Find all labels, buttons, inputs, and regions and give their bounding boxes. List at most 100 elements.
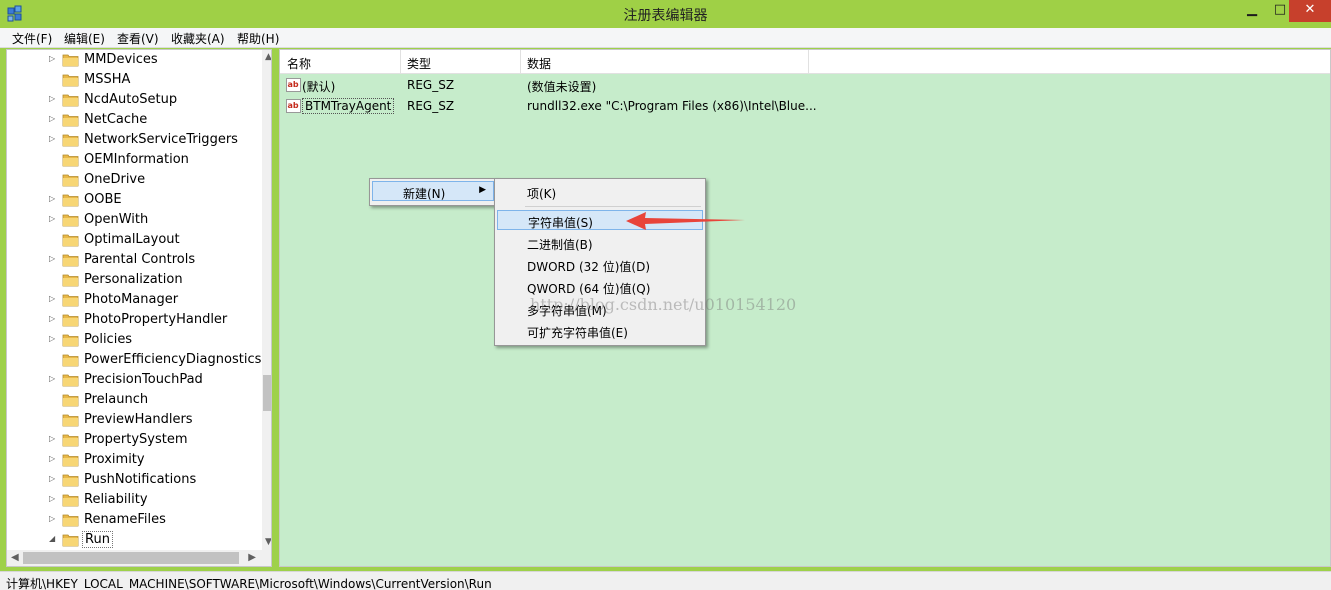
registry-tree[interactable]: ▷ MMDevices MSSHA ▷ NcdAutoSetup ▷ NetCache ▷ Ne… — [6, 49, 272, 567]
scroll-right-icon[interactable]: ▶ — [248, 552, 256, 563]
tree-item[interactable]: Personalization — [7, 270, 257, 290]
string-value-icon: ab — [286, 99, 301, 113]
column-divider[interactable] — [400, 50, 401, 74]
tree-item[interactable]: ▷ Policies — [7, 330, 257, 350]
tree-item[interactable]: ▷ Reliability — [7, 490, 257, 510]
expand-arrow-icon[interactable]: ▷ — [49, 474, 55, 483]
menu-file[interactable]: 文件(F) — [12, 30, 52, 47]
expand-arrow-icon[interactable]: ▷ — [49, 134, 55, 143]
tree-item[interactable]: ◢ Run — [7, 530, 257, 550]
expand-arrow-icon[interactable]: ▷ — [49, 254, 55, 263]
expand-arrow-icon[interactable]: ▷ — [49, 54, 55, 63]
tree-item[interactable]: ▷ NetCache — [7, 110, 257, 130]
tree-item-label: Parental Controls — [84, 252, 196, 267]
tree-item[interactable]: OEMInformation — [7, 150, 257, 170]
menu-help[interactable]: 帮助(H) — [237, 30, 279, 47]
menu-item-label: 字符串值(S) — [528, 216, 593, 230]
tree-item-label: OOBE — [84, 192, 122, 207]
expand-arrow-icon[interactable]: ▷ — [49, 334, 55, 343]
tree-item[interactable]: ▷ NetworkServiceTriggers — [7, 130, 257, 150]
column-divider[interactable] — [520, 50, 521, 74]
folder-icon — [62, 174, 79, 187]
expand-arrow-icon[interactable]: ▷ — [49, 454, 55, 463]
tree-item[interactable]: PowerEfficiencyDiagnostics — [7, 350, 261, 370]
expand-arrow-icon[interactable]: ▷ — [49, 294, 55, 303]
tree-item[interactable]: ▷ OOBE — [7, 190, 257, 210]
horizontal-scrollbar[interactable]: ◀ ▶ — [7, 550, 262, 566]
folder-icon — [62, 314, 79, 327]
expand-arrow-icon[interactable]: ▷ — [49, 374, 55, 383]
column-type-header[interactable]: 类型 — [407, 55, 431, 72]
expand-arrow-icon[interactable]: ▷ — [49, 494, 55, 503]
expand-arrow-icon[interactable]: ▷ — [49, 114, 55, 123]
menu-item-key[interactable]: 项(K) — [497, 182, 703, 202]
minimize-button[interactable]: ▁ — [1238, 0, 1266, 22]
value-list[interactable]: 名称 类型 数据 ab (默认) REG_SZ (数值未设置) ab BTMTr… — [279, 49, 1331, 567]
column-data-header[interactable]: 数据 — [527, 55, 551, 72]
tree-item[interactable]: ▷ MMDevices — [7, 50, 257, 70]
menu-favorites[interactable]: 收藏夹(A) — [171, 30, 225, 47]
tree-item[interactable]: ▷ PrecisionTouchPad — [7, 370, 257, 390]
tree-item[interactable]: Prelaunch — [7, 390, 257, 410]
close-button[interactable]: ✕ — [1289, 0, 1331, 22]
tree-item[interactable]: ▷ PhotoManager — [7, 290, 257, 310]
folder-icon — [62, 254, 79, 267]
tree-item-label: Policies — [84, 332, 133, 347]
tree-item[interactable]: OptimalLayout — [7, 230, 257, 250]
menu-item-string-value[interactable]: 字符串值(S) — [497, 210, 703, 230]
tree-item-label: Personalization — [84, 272, 183, 287]
tree-item-label: Proximity — [84, 452, 145, 467]
tree-item[interactable]: ▷ PropertySystem — [7, 430, 257, 450]
column-name-header[interactable]: 名称 — [287, 55, 311, 72]
tree-item[interactable]: MSSHA — [7, 70, 257, 90]
menu-item-qword-value[interactable]: QWORD (64 位)值(Q) — [497, 277, 703, 297]
expand-arrow-icon[interactable]: ▷ — [49, 194, 55, 203]
tree-item-label: PrecisionTouchPad — [84, 372, 203, 387]
tree-item[interactable]: PreviewHandlers — [7, 410, 257, 430]
column-divider[interactable] — [808, 50, 809, 74]
tree-item-label: PreviewHandlers — [84, 412, 193, 427]
tree-item-label: Run — [82, 531, 113, 548]
vertical-scrollbar[interactable]: ▲ ▼ — [262, 50, 271, 550]
tree-item-label: NetworkServiceTriggers — [84, 132, 238, 147]
folder-icon — [62, 114, 79, 127]
menu-item-dword-value[interactable]: DWORD (32 位)值(D) — [497, 255, 703, 275]
expand-arrow-icon[interactable]: ▷ — [49, 94, 55, 103]
expanded-arrow-icon[interactable]: ◢ — [49, 534, 55, 543]
window-title: 注册表编辑器 — [623, 8, 708, 24]
tree-item-label: OptimalLayout — [84, 232, 180, 247]
tree-item[interactable]: ▷ PushNotifications — [7, 470, 257, 490]
scroll-left-icon[interactable]: ◀ — [11, 552, 19, 563]
folder-icon — [62, 274, 79, 287]
tree-item[interactable]: ▷ Proximity — [7, 450, 257, 470]
menu-item-label: 项(K) — [527, 187, 557, 201]
list-row[interactable]: ab BTMTrayAgent REG_SZ rundll32.exe "C:\… — [280, 96, 1330, 117]
folder-icon — [62, 414, 79, 427]
list-row[interactable]: ab (默认) REG_SZ (数值未设置) — [280, 75, 1330, 96]
scroll-thumb[interactable] — [263, 375, 271, 411]
tree-item[interactable]: ▷ RenameFiles — [7, 510, 257, 530]
expand-arrow-icon[interactable]: ▷ — [49, 434, 55, 443]
scroll-thumb[interactable] — [23, 552, 239, 564]
menu-view[interactable]: 查看(V) — [117, 30, 159, 47]
expand-arrow-icon[interactable]: ▷ — [49, 314, 55, 323]
scroll-down-icon[interactable]: ▼ — [265, 537, 271, 547]
tree-item[interactable]: ▷ Parental Controls — [7, 250, 257, 270]
expand-arrow-icon[interactable]: ▷ — [49, 514, 55, 523]
tree-item[interactable]: OneDrive — [7, 170, 257, 190]
folder-icon — [62, 394, 79, 407]
scrollbar-corner — [262, 550, 271, 566]
menu-item-new[interactable]: 新建(N) ▶ — [372, 181, 494, 201]
expand-arrow-icon[interactable]: ▷ — [49, 214, 55, 223]
tree-item[interactable]: ▷ NcdAutoSetup — [7, 90, 257, 110]
tree-item-label: OpenWith — [84, 212, 149, 227]
tree-item[interactable]: ▷ PhotoPropertyHandler — [7, 310, 257, 330]
menu-edit[interactable]: 编辑(E) — [64, 30, 105, 47]
menu-item-expandable-string-value[interactable]: 可扩充字符串值(E) — [497, 321, 703, 341]
tree-item-label: PowerEfficiencyDiagnostics — [84, 352, 262, 367]
folder-icon — [62, 494, 79, 507]
tree-item[interactable]: ▷ OpenWith — [7, 210, 257, 230]
scroll-up-icon[interactable]: ▲ — [265, 52, 271, 62]
menu-item-binary-value[interactable]: 二进制值(B) — [497, 233, 703, 253]
folder-icon — [62, 294, 79, 307]
